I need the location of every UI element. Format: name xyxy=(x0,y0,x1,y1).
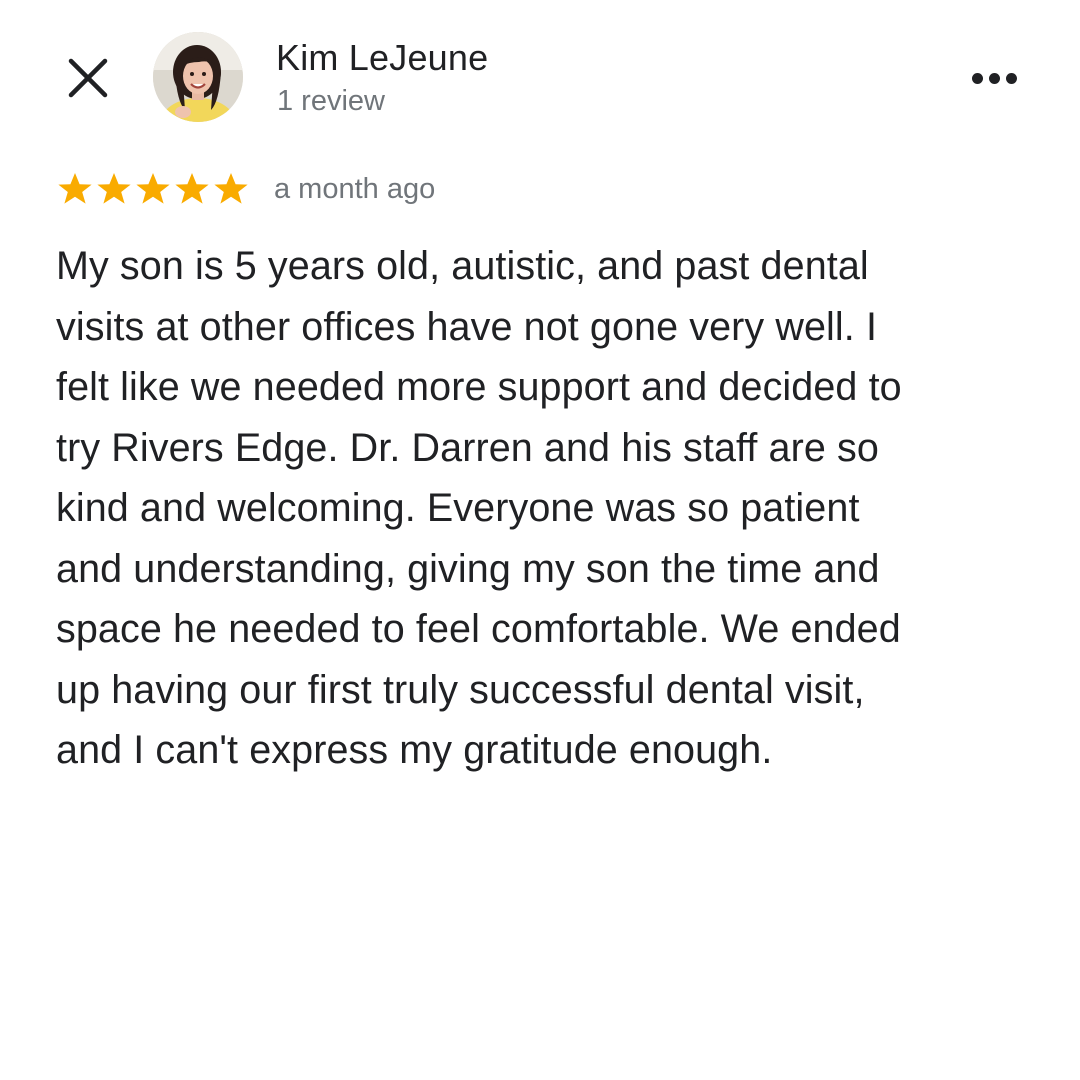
review-text: My son is 5 years old, autistic, and pas… xyxy=(56,236,1036,781)
reviewer-name[interactable]: Kim LeJeune xyxy=(276,36,488,80)
star-icon xyxy=(58,173,92,204)
more-horizontal-icon xyxy=(1005,72,1017,84)
review-dialog: Kim LeJeune 1 review a month ago My son … xyxy=(0,0,1080,1080)
more-horizontal-icon xyxy=(988,72,1000,84)
review-text-line: space he needed to feel comfortable. We … xyxy=(56,607,901,651)
review-text-line: up having our first truly successful den… xyxy=(56,667,865,712)
close-button[interactable] xyxy=(62,52,114,104)
more-horizontal-icon xyxy=(971,72,983,84)
star-icon xyxy=(97,173,131,204)
review-text-line: try Rivers Edge. Dr. Darren and his staf… xyxy=(56,425,879,470)
review-text-line: and I can't express my gratitude enough. xyxy=(56,728,773,772)
review-count: 1 review xyxy=(277,85,385,117)
star-icon xyxy=(136,173,170,204)
close-icon xyxy=(68,58,108,98)
review-date: a month ago xyxy=(274,173,436,205)
review-text-line: visits at other offices have not gone ve… xyxy=(56,304,878,349)
review-text-line: My son is 5 years old, autistic, and pas… xyxy=(56,244,869,288)
avatar[interactable] xyxy=(153,32,243,122)
review-text-line: kind and welcoming. Everyone was so pati… xyxy=(56,486,860,530)
review-text-line: and understanding, giving my son the tim… xyxy=(56,546,880,591)
star-icon xyxy=(214,173,248,204)
rating-row: a month ago xyxy=(56,168,435,210)
star-icon xyxy=(175,173,209,204)
more-options-button[interactable] xyxy=(962,56,1026,100)
star-rating xyxy=(56,170,250,208)
review-text-line: felt like we needed more support and dec… xyxy=(56,365,902,409)
